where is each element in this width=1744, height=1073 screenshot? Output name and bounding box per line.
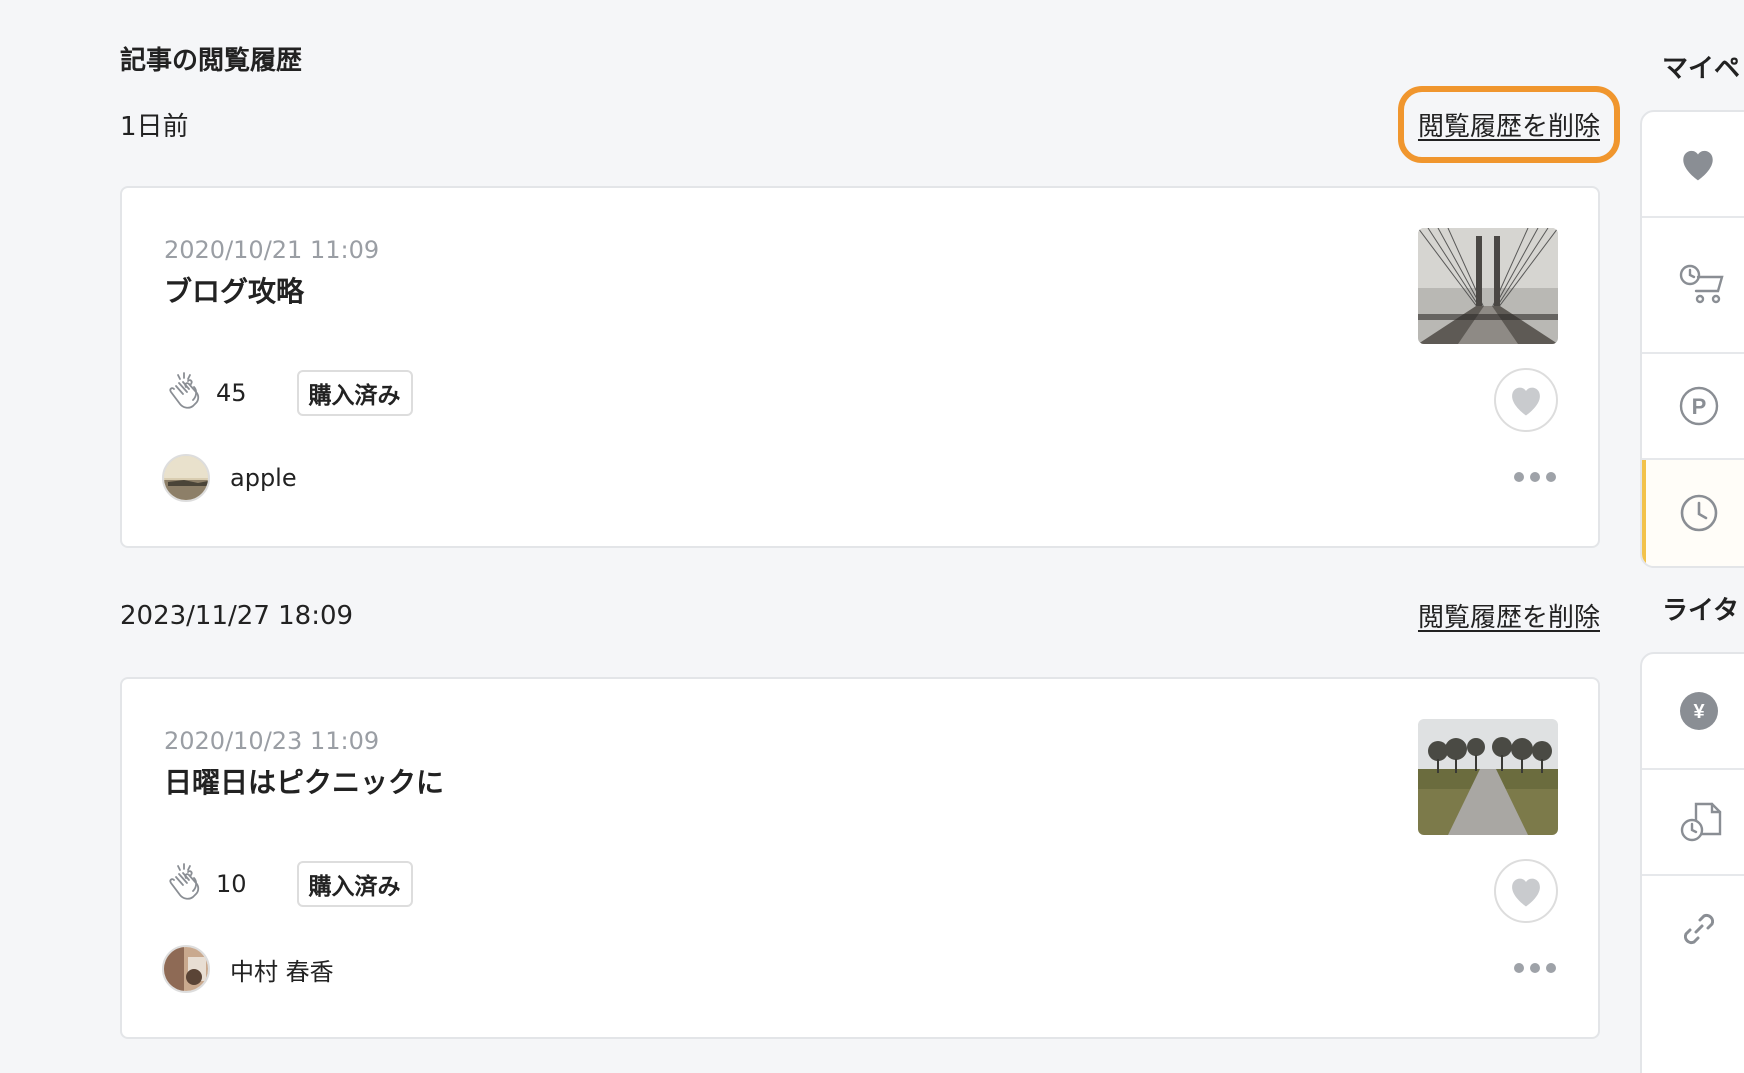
article-author[interactable]: 中村 春香 — [162, 945, 334, 993]
svg-text:P: P — [1692, 394, 1707, 419]
like-button[interactable] — [1494, 368, 1558, 432]
link-icon — [1683, 913, 1715, 945]
page-title: 記事の閲覧履歴 — [120, 46, 303, 76]
article-date: 2020/10/21 11:09 — [164, 236, 380, 264]
heart-icon — [1683, 150, 1713, 181]
author-name: 中村 春香 — [230, 957, 334, 986]
more-options-button[interactable] — [1514, 963, 1556, 973]
purchased-badge: 購入済み — [296, 370, 413, 416]
like-button[interactable] — [1494, 859, 1558, 923]
history-group-header: 2023/11/27 18:09 閲覧履歴を削除 — [120, 597, 1600, 634]
mypage-section-title: マイペ — [1662, 54, 1741, 84]
group-date-label: 2023/11/27 18:09 — [120, 600, 354, 631]
author-avatar — [162, 945, 210, 993]
article-card[interactable]: 2020/10/21 11:09 ブログ攻略 45 購入済み apple — [120, 186, 1600, 548]
writer-menu: ¥ — [1640, 652, 1744, 1073]
browsing-history-page: 記事の閲覧履歴 1日前 閲覧履歴を削除 2020/10/21 11:09 ブログ… — [0, 0, 1744, 1073]
heart-icon — [1512, 387, 1540, 416]
author-name: apple — [230, 464, 297, 492]
sidebar-item-article-history[interactable] — [1642, 770, 1744, 876]
article-stats: 45 購入済み — [164, 370, 413, 416]
yen-icon: ¥ — [1680, 692, 1718, 730]
history-group-header: 1日前 閲覧履歴を削除 — [120, 86, 1621, 163]
sidebar-item-history[interactable] — [1642, 460, 1744, 566]
article-author[interactable]: apple — [162, 454, 297, 502]
article-title[interactable]: 日曜日はピクニックに — [164, 761, 444, 801]
purchase-history-icon — [1679, 264, 1724, 304]
purchased-badge: 購入済み — [296, 861, 413, 907]
sidebar-item-purchase-history[interactable] — [1642, 218, 1744, 354]
article-date: 2020/10/23 11:09 — [164, 727, 380, 755]
svg-text:¥: ¥ — [1693, 701, 1705, 723]
group-date-label: 1日前 — [120, 112, 189, 142]
sidebar-item-points[interactable]: P — [1642, 354, 1744, 460]
clap-icon — [164, 371, 208, 415]
article-stats: 10 購入済み — [164, 861, 413, 907]
heart-icon — [1512, 878, 1540, 907]
file-history-icon — [1680, 802, 1722, 842]
author-avatar — [162, 454, 210, 502]
points-icon: P — [1679, 386, 1719, 426]
sidebar-item-earnings[interactable]: ¥ — [1642, 654, 1744, 770]
delete-history-link[interactable]: 閲覧履歴を削除 — [1418, 597, 1600, 634]
clap-count: 10 — [216, 870, 247, 898]
sidebar-item-likes[interactable] — [1642, 112, 1744, 218]
clap-count: 45 — [216, 379, 247, 407]
article-card[interactable]: 2020/10/23 11:09 日曜日はピクニックに 10 購入済み 中村 春… — [120, 677, 1600, 1039]
mypage-menu: P — [1640, 110, 1744, 568]
writer-section-title: ライタ — [1662, 596, 1739, 626]
article-thumbnail[interactable] — [1418, 228, 1558, 344]
clap-icon — [164, 862, 208, 906]
more-options-button[interactable] — [1514, 472, 1556, 482]
article-thumbnail[interactable] — [1418, 719, 1558, 835]
article-title[interactable]: ブログ攻略 — [164, 270, 304, 310]
history-clock-icon — [1680, 494, 1718, 532]
delete-history-link[interactable]: 閲覧履歴を削除 — [1397, 86, 1621, 163]
sidebar-item-links[interactable] — [1642, 876, 1744, 982]
